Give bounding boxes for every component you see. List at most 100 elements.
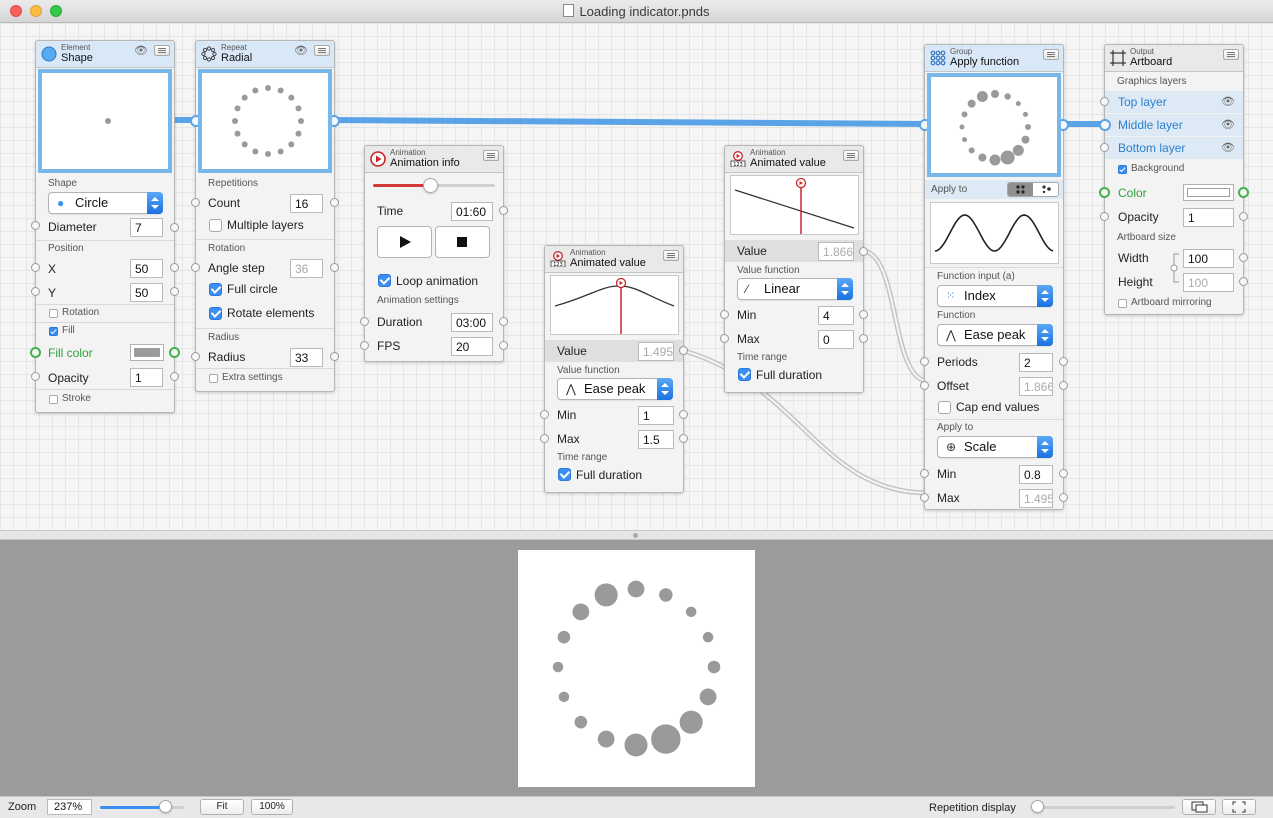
top-layer-port[interactable] [1100, 97, 1109, 106]
animated-value-node-2[interactable]: 123 Animation Animated value Value 1.866… [720, 145, 868, 393]
background-checkbox[interactable] [1118, 165, 1127, 174]
diameter-field[interactable]: 7 [130, 218, 163, 237]
min-out-port[interactable] [859, 310, 868, 319]
duration-out-port[interactable] [499, 317, 508, 326]
y-port[interactable] [31, 287, 40, 296]
radial-node-header[interactable]: Repeat Radial 👁 [196, 41, 334, 68]
duration-port[interactable] [360, 317, 369, 326]
offset-out-port[interactable] [1059, 381, 1068, 390]
max-out-port[interactable] [679, 434, 688, 443]
width-out-port[interactable] [1239, 253, 1248, 262]
value-function-popup[interactable]: ⁄ Linear [737, 278, 853, 300]
shape-node-header[interactable]: Element Shape 👁 [36, 41, 174, 68]
time-slider-knob[interactable] [423, 178, 439, 193]
rotate-elements-checkbox[interactable] [209, 307, 222, 320]
fullscreen-button[interactable] [1222, 799, 1256, 815]
height-field[interactable]: 100 [1183, 273, 1234, 292]
zoom-field[interactable]: 237% [47, 799, 92, 815]
node-menu-button[interactable] [154, 45, 170, 56]
opacity-out-port[interactable] [170, 372, 179, 381]
max-field[interactable]: 1.495 [1019, 489, 1053, 508]
radius-out-port[interactable] [330, 352, 339, 361]
fill-checkbox[interactable] [49, 327, 58, 336]
opacity-field[interactable]: 1 [130, 368, 163, 387]
layer-row-bottom[interactable]: Bottom layer 👁 [1100, 137, 1243, 159]
time-out-port[interactable] [499, 206, 508, 215]
opacity-out-port[interactable] [1239, 212, 1248, 221]
min-field[interactable]: 4 [818, 306, 854, 325]
function-popup[interactable]: ⋀ Ease peak [937, 324, 1053, 346]
apply-function-header[interactable]: Group Apply function [925, 45, 1063, 72]
min-out-port[interactable] [679, 410, 688, 419]
offset-port[interactable] [920, 381, 929, 390]
opacity-field[interactable]: 1 [1183, 208, 1234, 227]
fps-field[interactable]: 20 [451, 337, 493, 356]
extra-settings-checkbox[interactable] [209, 374, 218, 383]
artboard-mirroring-checkbox[interactable] [1118, 299, 1127, 308]
fill-color-out-port[interactable] [169, 347, 180, 358]
play-button[interactable] [377, 226, 432, 258]
node-menu-button[interactable] [1223, 49, 1239, 60]
fill-color-port[interactable] [30, 347, 41, 358]
radius-field[interactable]: 33 [290, 348, 323, 367]
stroke-checkbox[interactable] [49, 395, 58, 404]
color-out-port[interactable] [1238, 187, 1249, 198]
count-field[interactable]: 16 [290, 194, 323, 213]
animation-info-header[interactable]: Animation Animation info [365, 146, 503, 173]
eye-icon[interactable]: 👁 [134, 44, 148, 57]
node-menu-button[interactable] [314, 45, 330, 56]
shape-node[interactable]: Element Shape 👁 Shape ● Circle Diameter … [30, 40, 180, 413]
apply-function-node[interactable]: Group Apply function Apply to Function i… [919, 44, 1069, 510]
animated-value-1-header[interactable]: 123 Animation Animated value [545, 246, 683, 273]
min-field[interactable]: 1 [638, 406, 674, 425]
radial-node[interactable]: Repeat Radial 👁 Repetitions Count 16 Mul… [190, 40, 340, 392]
angle-step-field[interactable]: 36 [290, 259, 323, 278]
max-field[interactable]: 0 [818, 330, 854, 349]
animated-value-2-header[interactable]: 123 Animation Animated value [725, 146, 863, 173]
y-field[interactable]: 50 [130, 283, 163, 302]
cap-end-values-checkbox[interactable] [938, 401, 951, 414]
zoom-100-button[interactable]: 100% [251, 799, 293, 815]
full-duration-checkbox[interactable] [738, 368, 751, 381]
function-input-popup[interactable]: ⁙ Index [937, 285, 1053, 307]
min-out-port[interactable] [1059, 469, 1068, 478]
artboard-header[interactable]: Output Artboard [1105, 45, 1243, 72]
opacity-port[interactable] [1100, 212, 1109, 221]
node-menu-button[interactable] [843, 150, 859, 161]
max-port[interactable] [540, 434, 549, 443]
max-out-port[interactable] [859, 334, 868, 343]
node-canvas[interactable]: Element Shape 👁 Shape ● Circle Diameter … [0, 23, 1273, 530]
diameter-port[interactable] [31, 221, 40, 230]
fill-color-swatch[interactable] [130, 344, 164, 361]
eye-icon[interactable]: 👁 [294, 44, 308, 57]
count-port[interactable] [191, 198, 200, 207]
full-circle-checkbox[interactable] [209, 283, 222, 296]
time-field[interactable]: 01:60 [451, 202, 493, 221]
full-duration-checkbox[interactable] [558, 468, 571, 481]
width-field[interactable]: 100 [1183, 249, 1234, 268]
loop-animation-checkbox[interactable] [378, 274, 391, 287]
pane-splitter[interactable] [0, 530, 1273, 540]
middle-layer-port[interactable] [1099, 119, 1111, 131]
splitter-handle-icon[interactable] [633, 533, 638, 538]
offset-field[interactable]: 1.866 [1019, 377, 1053, 396]
count-out-port[interactable] [330, 198, 339, 207]
fps-out-port[interactable] [499, 341, 508, 350]
min-port[interactable] [920, 469, 929, 478]
bottom-layer-port[interactable] [1100, 143, 1109, 152]
x-field[interactable]: 50 [130, 259, 163, 278]
value-out-port[interactable] [679, 346, 688, 355]
zoom-slider-knob[interactable] [159, 800, 172, 813]
fps-port[interactable] [360, 341, 369, 350]
eye-icon[interactable]: 👁 [1221, 118, 1235, 131]
periods-out-port[interactable] [1059, 357, 1068, 366]
min-port[interactable] [540, 410, 549, 419]
link-dimensions-icon[interactable] [1169, 253, 1181, 283]
max-field[interactable]: 1.5 [638, 430, 674, 449]
y-out-port[interactable] [170, 287, 179, 296]
value-field[interactable]: 1.866 [818, 242, 854, 261]
eye-icon[interactable]: 👁 [1221, 141, 1235, 154]
x-out-port[interactable] [170, 263, 179, 272]
angle-step-port[interactable] [191, 263, 200, 272]
periods-port[interactable] [920, 357, 929, 366]
